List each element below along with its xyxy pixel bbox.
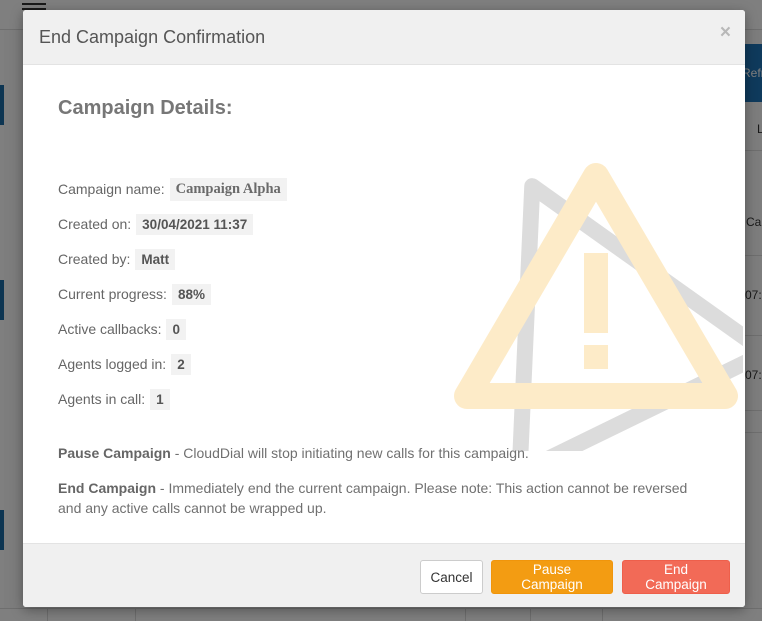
detail-agents-in-call: Agents in call: 1: [58, 387, 170, 411]
detail-value: Matt: [135, 248, 176, 270]
detail-campaign-name: Campaign name: Campaign Alpha: [58, 177, 287, 201]
detail-value: 1: [150, 388, 170, 410]
detail-label: Active callbacks:: [58, 321, 162, 337]
detail-current-progress: Current progress: 88%: [58, 282, 211, 306]
detail-created-on: Created on: 30/04/2021 11:37: [58, 212, 254, 236]
modal-header: End Campaign Confirmation ×: [23, 10, 745, 65]
end-campaign-button[interactable]: End Campaign: [622, 560, 730, 594]
detail-created-by: Created by: Matt: [58, 247, 176, 271]
note-title: End Campaign: [58, 480, 157, 496]
detail-active-callbacks: Active callbacks: 0: [58, 317, 186, 341]
end-campaign-note: End Campaign - Immediately end the curre…: [58, 478, 708, 518]
detail-label: Created on:: [58, 216, 132, 232]
detail-value: 0: [166, 318, 186, 340]
detail-agents-logged-in: Agents logged in: 2: [58, 352, 191, 376]
pause-campaign-note: Pause Campaign - CloudDial will stop ini…: [58, 443, 708, 463]
detail-value: 2: [171, 353, 191, 375]
detail-label: Agents in call:: [58, 391, 146, 407]
modal-title: End Campaign Confirmation: [39, 27, 266, 47]
pause-campaign-button[interactable]: Pause Campaign: [491, 560, 613, 594]
modal-footer: Cancel Pause Campaign End Campaign: [23, 543, 745, 607]
modal-body: Campaign Details: Campaign name: Campaig…: [23, 66, 745, 542]
close-icon[interactable]: ×: [720, 23, 731, 42]
detail-label: Created by:: [58, 251, 131, 267]
detail-value: 88%: [171, 283, 211, 305]
campaign-details-heading: Campaign Details:: [58, 97, 233, 119]
end-campaign-modal: End Campaign Confirmation × Campaign Det…: [23, 10, 745, 607]
note-text: - CloudDial will stop initiating new cal…: [170, 445, 529, 461]
detail-label: Campaign name:: [58, 181, 165, 197]
detail-value: 30/04/2021 11:37: [136, 213, 254, 235]
detail-label: Current progress:: [58, 286, 167, 302]
note-title: Pause Campaign: [58, 445, 171, 461]
detail-label: Agents logged in:: [58, 356, 167, 372]
detail-value: Campaign Alpha: [169, 177, 287, 201]
cancel-button[interactable]: Cancel: [420, 560, 483, 594]
warning-triangle-icon: [454, 163, 743, 451]
